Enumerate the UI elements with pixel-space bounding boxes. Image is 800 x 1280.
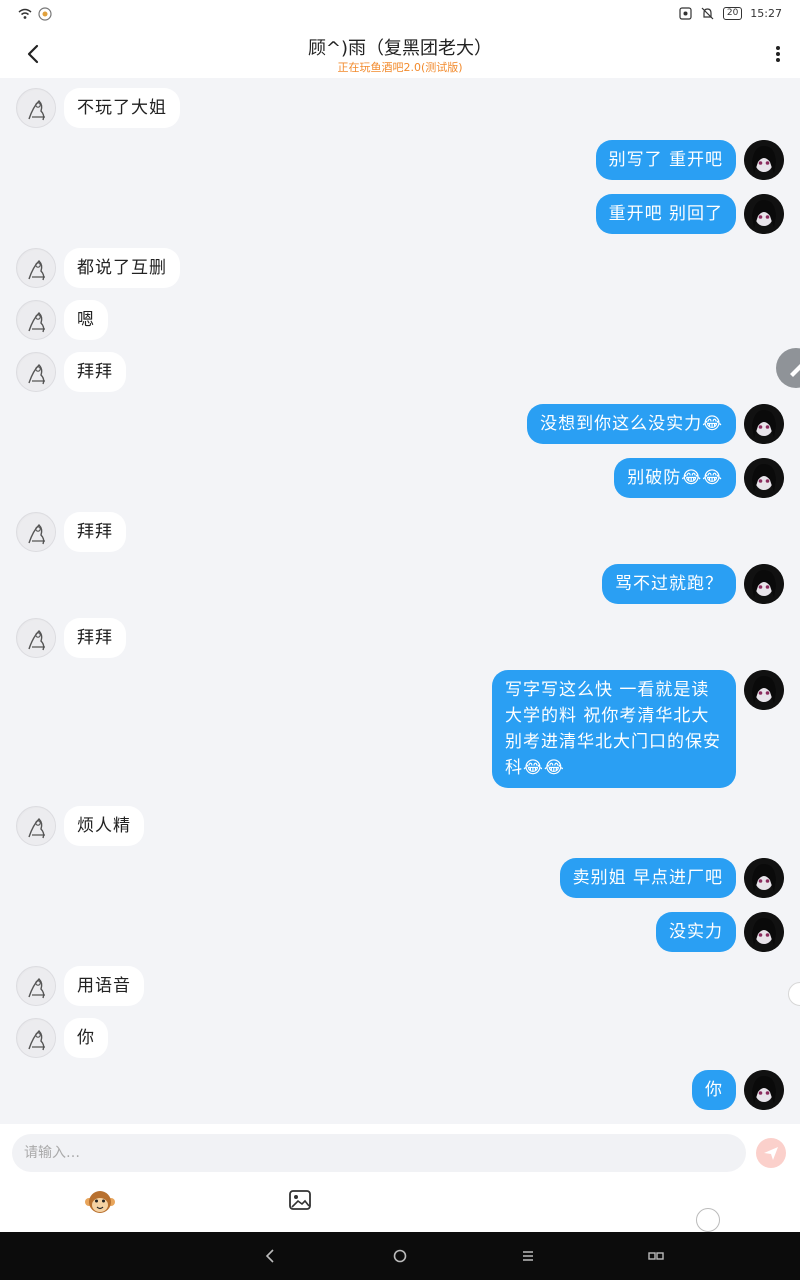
self-avatar[interactable] <box>744 404 784 444</box>
outgoing-message: 没想到你这么没实力😂 <box>527 404 784 444</box>
contact-avatar[interactable] <box>16 352 56 392</box>
send-icon <box>764 1147 778 1160</box>
image-icon <box>289 1190 311 1210</box>
chat-title: 顾^)雨（复黑团老大） <box>307 38 493 59</box>
floating-assist-button[interactable] <box>696 1208 720 1232</box>
send-button[interactable] <box>756 1138 786 1168</box>
message-bubble[interactable]: 写字写这么快 一看就是读大学的料 祝你考清华北大 别考进清华北大门口的保安科😂😂 <box>492 670 736 788</box>
nav-recents-button[interactable] <box>644 1244 668 1268</box>
nav-back-icon <box>265 1249 274 1263</box>
outgoing-message: 没实力 <box>656 912 784 952</box>
nav-menu-icon <box>523 1251 533 1261</box>
incoming-message: 拜拜 <box>16 352 126 392</box>
outgoing-message: 写字写这么快 一看就是读大学的料 祝你考清华北大 别考进清华北大门口的保安科😂😂 <box>492 670 784 788</box>
status-bar: 20 15:27 <box>0 0 800 30</box>
mute-bell-icon <box>701 6 715 20</box>
outgoing-message: 卖别姐 早点进厂吧 <box>559 858 784 898</box>
contact-avatar[interactable] <box>16 248 56 288</box>
contact-avatar[interactable] <box>16 512 56 552</box>
composer <box>0 1124 800 1232</box>
message-bubble[interactable]: 重开吧 别回了 <box>595 194 736 234</box>
contact-avatar[interactable] <box>16 1018 56 1058</box>
message-input[interactable] <box>12 1134 746 1172</box>
incoming-message: 都说了互删 <box>16 248 180 288</box>
emoji-button[interactable] <box>84 1186 116 1218</box>
nav-menu-button[interactable] <box>516 1244 540 1268</box>
incoming-message: 拜拜 <box>16 512 126 552</box>
outgoing-message: 别破防😂😂 <box>614 458 784 498</box>
message-bubble[interactable]: 不玩了大姐 <box>64 88 180 128</box>
message-bubble[interactable]: 用语音 <box>64 966 144 1006</box>
message-bubble[interactable]: 没实力 <box>656 912 736 952</box>
more-options-button[interactable] <box>770 40 786 68</box>
nav-home-button[interactable] <box>388 1244 412 1268</box>
self-avatar[interactable] <box>744 194 784 234</box>
edit-floating-button[interactable] <box>776 348 800 388</box>
incoming-message: 用语音 <box>16 966 144 1006</box>
outgoing-message: 你 <box>692 1070 784 1110</box>
wifi-icon <box>18 7 32 21</box>
contact-avatar[interactable] <box>16 88 56 128</box>
contact-avatar[interactable] <box>16 300 56 340</box>
self-avatar[interactable] <box>744 458 784 498</box>
outgoing-message: 重开吧 别回了 <box>595 194 784 234</box>
more-vertical-icon <box>776 46 780 62</box>
message-bubble[interactable]: 嗯 <box>64 300 108 340</box>
message-bubble[interactable]: 拜拜 <box>64 352 126 392</box>
image-button[interactable] <box>288 1188 312 1212</box>
self-avatar[interactable] <box>744 1070 784 1110</box>
message-bubble[interactable]: 没想到你这么没实力😂 <box>527 404 736 444</box>
contact-avatar[interactable] <box>16 966 56 1006</box>
incoming-message: 不玩了大姐 <box>16 88 180 128</box>
outgoing-message: 别写了 重开吧 <box>595 140 784 180</box>
system-nav-bar <box>0 1232 800 1280</box>
nav-home-icon <box>393 1249 407 1263</box>
message-bubble[interactable]: 你 <box>692 1070 736 1110</box>
chat-subtitle: 正在玩鱼酒吧2.0(测试版) <box>337 61 463 74</box>
battery-indicator: 20 <box>722 6 743 20</box>
message-bubble[interactable]: 别破防😂😂 <box>614 458 736 498</box>
self-avatar[interactable] <box>744 858 784 898</box>
message-bubble[interactable]: 都说了互删 <box>64 248 180 288</box>
self-avatar[interactable] <box>744 670 784 710</box>
chat-header: 顾^)雨（复黑团老大） 正在玩鱼酒吧2.0(测试版) <box>0 30 800 78</box>
app-notification-icon <box>38 7 52 21</box>
monkey-emoji-icon <box>85 1191 115 1213</box>
incoming-message: 嗯 <box>16 300 108 340</box>
screenshot-icon <box>679 6 693 20</box>
incoming-message: 你 <box>16 1018 108 1058</box>
message-bubble[interactable]: 骂不过就跑？ <box>602 564 736 604</box>
clock: 15:27 <box>750 6 782 20</box>
incoming-message: 烦人精 <box>16 806 144 846</box>
message-list[interactable]: 不玩了大姐 别写了 重开吧 重开吧 别回了 都说了互删嗯拜拜 没想到你这么没实力😂 别破防… <box>0 78 800 1124</box>
message-bubble[interactable]: 卖别姐 早点进厂吧 <box>559 858 736 898</box>
nav-back-button[interactable] <box>258 1244 282 1268</box>
incoming-message: 拜拜 <box>16 618 126 658</box>
contact-avatar[interactable] <box>16 618 56 658</box>
nav-recents-icon <box>648 1252 664 1260</box>
message-bubble[interactable]: 你 <box>64 1018 108 1058</box>
message-bubble[interactable]: 拜拜 <box>64 512 126 552</box>
message-bubble[interactable]: 烦人精 <box>64 806 144 846</box>
message-bubble[interactable]: 别写了 重开吧 <box>595 140 736 180</box>
outgoing-message: 骂不过就跑？ <box>602 564 784 604</box>
contact-avatar[interactable] <box>16 806 56 846</box>
pencil-icon <box>790 364 800 377</box>
message-bubble[interactable]: 拜拜 <box>64 618 126 658</box>
self-avatar[interactable] <box>744 912 784 952</box>
self-avatar[interactable] <box>744 140 784 180</box>
self-avatar[interactable] <box>744 564 784 604</box>
